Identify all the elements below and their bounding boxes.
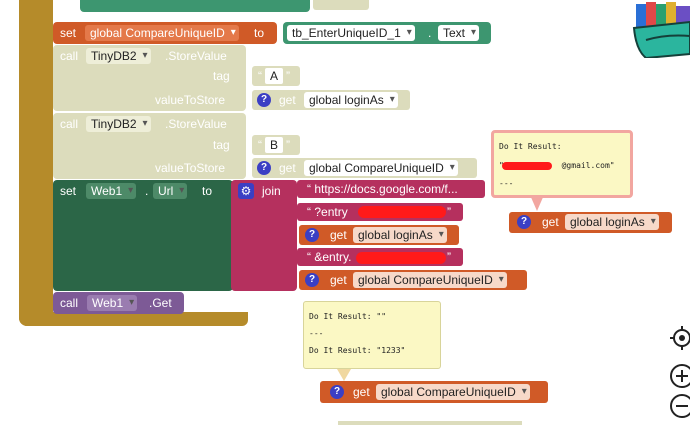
join-get-loginas[interactable]: ? get global loginAs — [299, 225, 459, 245]
storevalue-block-2[interactable]: call TinyDB2 .StoreValue tag valueToStor… — [53, 113, 246, 179]
get-var-dropdown[interactable]: global loginAs — [304, 92, 398, 108]
help-icon[interactable]: ? — [330, 385, 344, 399]
tag-value[interactable]: B — [265, 137, 284, 153]
bubble-line: --- — [309, 329, 324, 338]
get-label: get — [542, 215, 559, 229]
redaction-mark-2 — [356, 252, 446, 264]
string-1-text: https://docs.google.com/f... — [314, 182, 458, 196]
join-block[interactable]: ⚙ join — [231, 180, 297, 291]
floating-get-loginas[interactable]: ? get global loginAs — [509, 212, 672, 233]
storevalue-block-1[interactable]: call TinyDB2 .StoreValue tag valueToStor… — [53, 45, 246, 111]
procedure-frame-left — [19, 0, 53, 326]
join-get-compare[interactable]: ? get global CompareUniqueID — [299, 270, 527, 290]
get-loginas-block[interactable]: ? get global loginAs — [252, 90, 410, 110]
top-partial-block[interactable] — [80, 0, 310, 12]
valuetostore-label: valueToStore — [155, 93, 226, 107]
call-web-get-block[interactable]: call Web1 .Get — [53, 292, 184, 314]
gear-icon[interactable]: ⚙ — [238, 183, 254, 199]
tinydb-dropdown[interactable]: TinyDB2 — [86, 48, 151, 64]
get-label: get — [330, 273, 347, 287]
tag-string-block[interactable]: “ B ” — [252, 135, 300, 155]
help-icon[interactable]: ? — [257, 161, 271, 175]
help-icon[interactable]: ? — [305, 228, 319, 242]
bubble-line: Do It Result: "1233" — [309, 346, 406, 355]
valuetostore-label: valueToStore — [155, 161, 226, 175]
call-label: call — [60, 296, 79, 310]
set-compare-block[interactable]: set global CompareUniqueID to — [53, 22, 277, 44]
zoom-in-icon[interactable] — [668, 363, 690, 389]
get-var-dropdown[interactable]: global CompareUniqueID — [304, 160, 458, 176]
get-compare-block[interactable]: ? get global CompareUniqueID — [252, 158, 477, 178]
url-property-dropdown[interactable]: Url — [153, 183, 188, 199]
component-dropdown[interactable]: tb_EnterUniqueID_1 — [287, 25, 415, 41]
floating-get-compare[interactable]: ? get global CompareUniqueID — [320, 381, 548, 403]
set-web-url-block[interactable]: set Web1 . Url to — [53, 180, 233, 291]
help-icon[interactable]: ? — [517, 215, 531, 229]
textbox-text-block[interactable]: tb_EnterUniqueID_1 . Text — [283, 22, 491, 44]
property-dropdown[interactable]: Text — [438, 25, 480, 41]
method-label: .StoreValue — [165, 117, 227, 131]
get-label: get — [279, 93, 296, 107]
bubble-line: Do It Result: — [499, 142, 562, 151]
zoom-out-icon[interactable] — [668, 393, 690, 419]
center-target-icon[interactable] — [670, 326, 690, 350]
help-icon[interactable]: ? — [257, 93, 271, 107]
bubble-pointer — [337, 369, 351, 381]
get-var-dropdown[interactable]: global CompareUniqueID — [353, 272, 507, 288]
call-label: call — [60, 117, 79, 131]
get-label: get — [353, 385, 370, 399]
call-label: call — [60, 49, 79, 63]
tag-label: tag — [213, 138, 230, 152]
string-3-text: &entry. — [314, 250, 352, 264]
get-var-dropdown[interactable]: global loginAs — [353, 227, 447, 243]
join-label: join — [262, 184, 281, 198]
get-label: get — [330, 228, 347, 242]
web-component-dropdown[interactable]: Web1 — [86, 183, 137, 199]
string-2-text: ?entry — [314, 205, 348, 219]
trash-can-icon[interactable] — [632, 0, 690, 58]
tag-value[interactable]: A — [265, 68, 284, 84]
web-component-dropdown[interactable]: Web1 — [87, 295, 138, 311]
bottom-partial-block — [338, 421, 522, 425]
bubble-line: --- — [499, 179, 514, 188]
redaction-mark-3 — [502, 162, 552, 170]
do-it-result-bubble-2[interactable]: Do It Result: "" --- Do It Result: "1233… — [303, 301, 441, 369]
set-label: set — [60, 26, 77, 40]
method-label: .StoreValue — [165, 49, 227, 63]
tag-string-block[interactable]: “ A ” — [252, 66, 300, 86]
get-var-dropdown[interactable]: global CompareUniqueID — [376, 384, 530, 400]
get-label: get — [279, 161, 296, 175]
var-dropdown[interactable]: global CompareUniqueID — [85, 25, 239, 41]
do-it-result-bubble-1[interactable]: Do It Result: " @gmail.com" --- — [491, 130, 633, 198]
help-icon[interactable]: ? — [305, 273, 319, 287]
dot-label: . — [428, 26, 432, 40]
to-label: to — [202, 184, 213, 198]
redaction-mark-1 — [358, 206, 446, 218]
top-partial-value[interactable] — [313, 0, 369, 10]
string-block-1[interactable]: “ https://docs.google.com/f... — [297, 180, 485, 198]
bubble-line: Do It Result: "" — [309, 312, 387, 321]
tinydb-dropdown[interactable]: TinyDB2 — [86, 116, 151, 132]
to-label: to — [254, 26, 265, 40]
procedure-frame-bottom — [19, 312, 248, 326]
method-label: .Get — [149, 296, 172, 310]
set-label: set — [60, 184, 77, 198]
get-var-dropdown[interactable]: global loginAs — [565, 214, 659, 230]
bubble-pointer — [530, 195, 544, 211]
tag-label: tag — [213, 69, 230, 83]
